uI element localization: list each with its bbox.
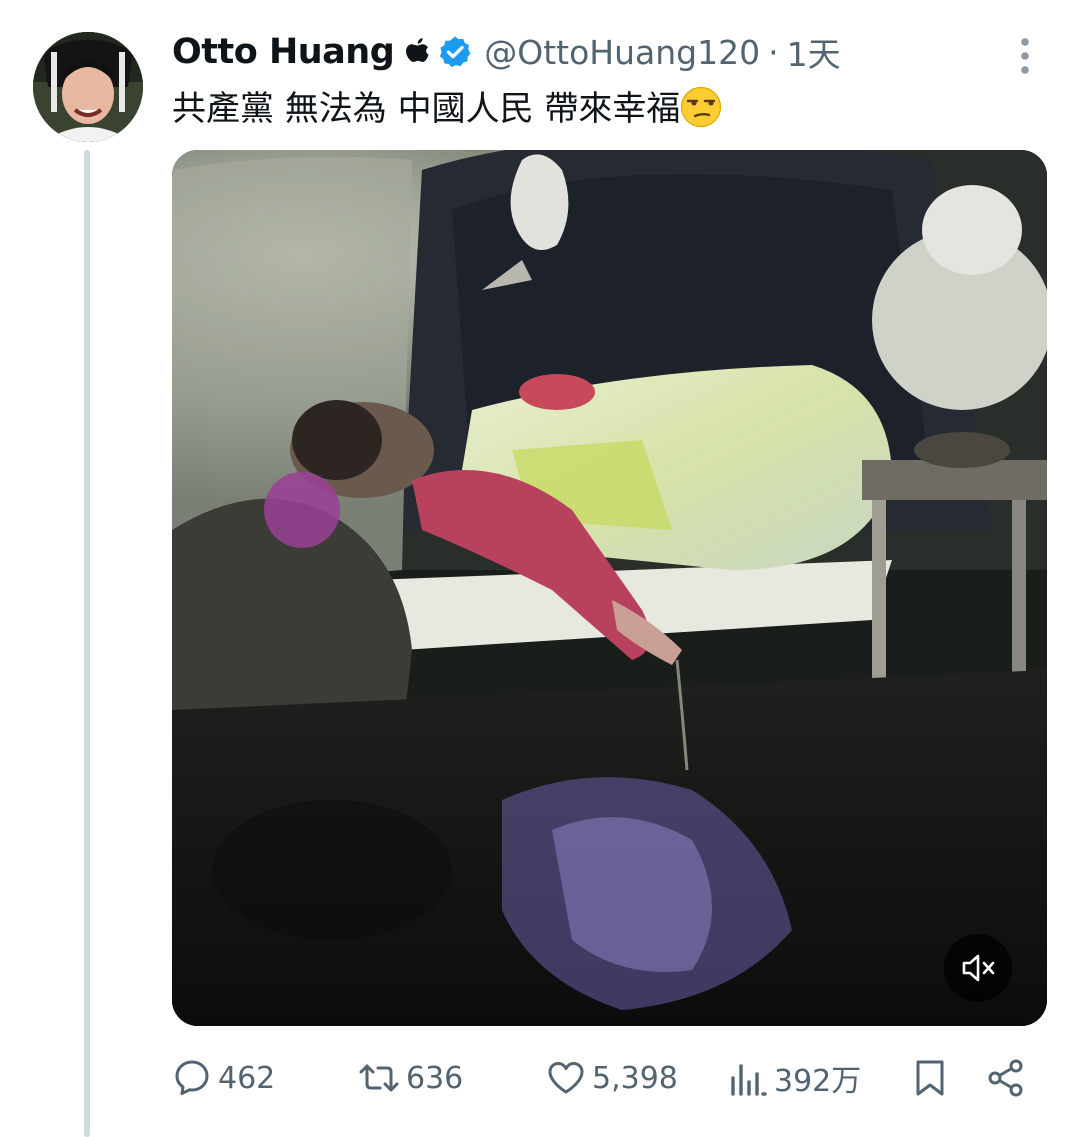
heart-icon — [548, 1062, 584, 1094]
tweet-video[interactable] — [172, 150, 1047, 1026]
tweet-header: Otto Huang @OttoHuang120 · 1天 — [172, 28, 841, 76]
avatar[interactable] — [33, 32, 143, 142]
reply-button[interactable]: 462 — [172, 1050, 275, 1106]
share-button[interactable] — [986, 1050, 1026, 1106]
views-button[interactable]: 392万 — [728, 1050, 861, 1106]
verified-badge-icon[interactable] — [438, 35, 472, 69]
retweet-button[interactable]: 636 — [358, 1050, 463, 1106]
tweet-text: 共產黨 無法為 中國人民 帶來幸福 — [172, 86, 722, 132]
avatar-photo — [33, 32, 143, 142]
like-count: 5,398 — [592, 1060, 678, 1096]
retweet-icon — [359, 1064, 399, 1092]
thread-line — [84, 150, 90, 1137]
reply-icon — [175, 1060, 209, 1095]
bookmark-icon — [916, 1060, 944, 1096]
more-options-icon[interactable] — [1008, 36, 1042, 76]
timestamp[interactable]: 1天 — [787, 28, 841, 76]
retweet-count: 636 — [406, 1060, 464, 1096]
bookmark-button[interactable] — [910, 1050, 950, 1106]
share-icon — [988, 1059, 1023, 1097]
handle[interactable]: @OttoHuang120 — [484, 33, 760, 72]
reply-count: 462 — [218, 1060, 276, 1096]
like-button[interactable]: 5,398 — [546, 1050, 678, 1106]
tweet-actions: 462 636 5,398 392万 — [172, 1050, 1042, 1106]
views-chart-icon — [731, 1064, 767, 1096]
apple-icon — [402, 35, 432, 69]
video-frame-image — [172, 150, 1047, 1026]
mute-button[interactable] — [944, 934, 1012, 1002]
tweet-text-content: 共產黨 無法為 中國人民 帶來幸福 — [172, 89, 681, 129]
separator-dot: · — [768, 32, 779, 72]
speaker-muted-icon — [962, 954, 995, 982]
unamused-face-emoji — [680, 86, 722, 128]
display-name[interactable]: Otto Huang — [172, 32, 395, 72]
views-count: 392万 — [774, 1064, 862, 1099]
tweet: Otto Huang @OttoHuang120 · 1天 共產黨 無法為 中國… — [0, 0, 1080, 1137]
